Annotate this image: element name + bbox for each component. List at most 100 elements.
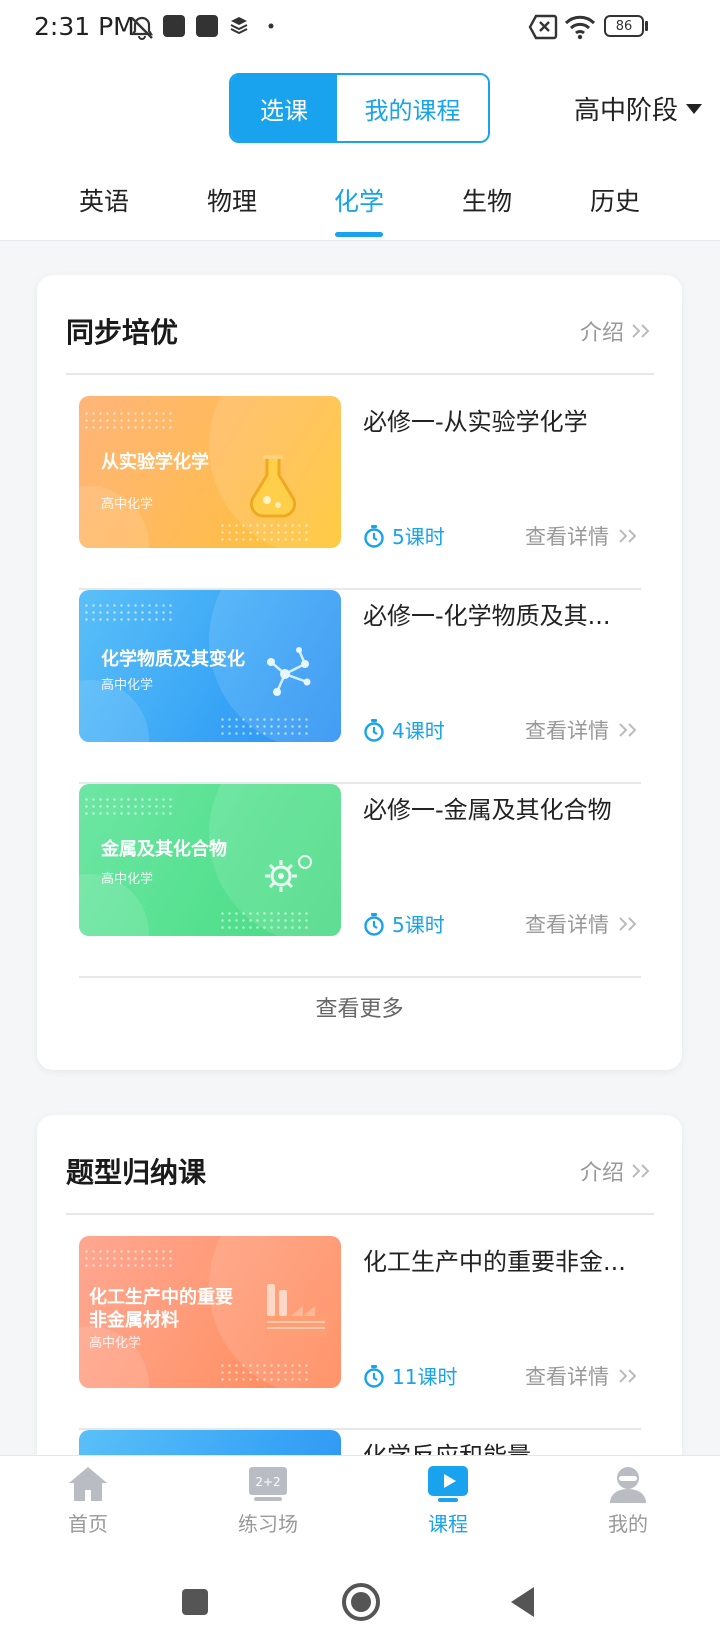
wifi-icon [564, 15, 596, 40]
tab-history[interactable]: 历史 [565, 182, 665, 218]
tab-biology[interactable]: 生物 [437, 182, 537, 218]
thumb-title: 化学物质及其变化 [101, 649, 245, 670]
hours-label: 4课时 [392, 719, 445, 743]
double-chevron-right-icon [632, 324, 650, 338]
nav-practice[interactable]: 2+2 练习场 [208, 1464, 328, 1537]
thumb-title-line2: 非金属材料 [89, 1310, 179, 1331]
status-bar: 2:31 PM 86 [0, 0, 720, 56]
detail-label: 查看详情 [525, 913, 609, 937]
home-icon [69, 1467, 107, 1501]
thumb-subtitle: 高中化学 [89, 1336, 142, 1351]
dot-icon [268, 23, 274, 29]
stopwatch-icon [364, 912, 384, 936]
my-courses-tab[interactable]: 我的课程 [337, 75, 488, 141]
course-name: 化工生产中的重要非金... [363, 1248, 626, 1276]
thumb-title-line1: 化工生产中的重要 [89, 1287, 233, 1308]
course-segment-control: 选课 我的课程 [229, 73, 490, 143]
thumb-title: 金属及其化合物 [101, 839, 227, 860]
course-thumbnail[interactable]: 化工生产中的重要 非金属材料 高中化学 [79, 1236, 341, 1388]
stopwatch-icon [364, 1364, 384, 1388]
course-hours: 4课时 [363, 715, 445, 744]
double-chevron-right-icon [619, 529, 637, 543]
double-chevron-right-icon [632, 1164, 650, 1178]
thumb-subtitle: 高中化学 [101, 678, 154, 693]
muted-bell-icon [130, 16, 154, 40]
double-chevron-right-icon [619, 917, 637, 931]
nav-profile[interactable]: 我的 [568, 1464, 688, 1537]
hours-label: 5课时 [392, 525, 445, 549]
battery-tip [645, 21, 648, 31]
nav-label: 课程 [428, 1512, 468, 1536]
view-detail-link[interactable]: 查看详情 [525, 1361, 641, 1391]
intro-label: 介绍 [579, 321, 624, 346]
tab-english[interactable]: 英语 [54, 182, 154, 218]
nav-label: 首页 [68, 1512, 108, 1536]
nav-home[interactable]: 首页 [28, 1464, 148, 1537]
active-tab-indicator [335, 232, 383, 237]
nav-label: 练习场 [238, 1512, 298, 1536]
hours-label: 11课时 [392, 1365, 458, 1389]
course-play-icon [428, 1466, 468, 1502]
app-square-icon [196, 15, 218, 37]
section-divider [66, 373, 654, 375]
stopwatch-icon [364, 524, 384, 548]
section-divider [66, 1213, 654, 1215]
double-chevron-right-icon [619, 1369, 637, 1383]
course-item[interactable]: 金属及其化合物 高中化学 必修一-金属及其化合物 5课时 查看详情 [79, 784, 641, 978]
course-item[interactable]: 化工生产中的重要 非金属材料 高中化学 化工生产中的重要非金... 11课时 查… [79, 1236, 641, 1430]
course-name: 必修一-化学物质及其... [363, 602, 611, 630]
layers-icon [230, 17, 248, 35]
course-thumbnail[interactable]: 金属及其化合物 高中化学 [79, 784, 341, 936]
stage-dropdown[interactable]: 高中阶段 [574, 90, 702, 127]
detail-label: 查看详情 [525, 719, 609, 743]
back-icon[interactable] [508, 1585, 538, 1619]
course-item[interactable]: 化学物质及其变化 高中化学 必修一-化学物质及其... 4课时 查看详情 [79, 590, 641, 784]
course-hours: 11课时 [363, 1361, 457, 1390]
profile-icon [610, 1467, 646, 1503]
nav-courses[interactable]: 课程 [388, 1464, 508, 1537]
select-course-tab[interactable]: 选课 [231, 75, 337, 141]
status-time: 2:31 PM [34, 12, 135, 41]
thumb-title: 从实验学化学 [101, 452, 209, 473]
course-thumbnail[interactable]: 化学物质及其变化 高中化学 [79, 590, 341, 742]
see-more-button[interactable]: 查看更多 [37, 991, 682, 1023]
section-sync-card: 同步培优 介绍 从实验学化学 高中化学 必修一-从实验学化学 5课时 查看详情 [37, 275, 682, 1070]
dropdown-triangle-icon [686, 103, 702, 114]
row-divider [79, 976, 641, 978]
recent-apps-icon[interactable] [180, 1587, 210, 1617]
system-navigation-bar [0, 1561, 720, 1650]
double-chevron-right-icon [619, 723, 637, 737]
section-intro-link[interactable]: 介绍 [580, 1155, 654, 1187]
view-detail-link[interactable]: 查看详情 [525, 909, 641, 939]
course-hours: 5课时 [363, 521, 445, 550]
stopwatch-icon [364, 718, 384, 742]
thumb-subtitle: 高中化学 [101, 497, 154, 512]
battery-icon: 86 [604, 15, 644, 37]
battery-level: 86 [615, 18, 633, 34]
header: 选课 我的课程 高中阶段 英语 物理 化学 生物 历史 [0, 56, 720, 241]
tab-chemistry[interactable]: 化学 [309, 182, 409, 218]
factory-icon [265, 1284, 327, 1336]
detail-label: 查看详情 [525, 525, 609, 549]
gear-icon [265, 855, 312, 892]
course-hours: 5课时 [363, 909, 445, 938]
thumb-title: 化工生产中的重要 非金属材料 [89, 1286, 233, 1332]
tab-physics[interactable]: 物理 [182, 182, 282, 218]
view-detail-link[interactable]: 查看详情 [525, 521, 641, 551]
nav-label: 我的 [608, 1512, 648, 1536]
course-item[interactable]: 从实验学化学 高中化学 必修一-从实验学化学 5课时 查看详情 [79, 396, 641, 590]
course-name: 必修一-从实验学化学 [363, 408, 588, 436]
practice-board-icon: 2+2 [249, 1467, 287, 1501]
home-button-icon[interactable] [340, 1581, 382, 1623]
sim-x-icon [528, 14, 558, 40]
flask-icon [249, 455, 297, 518]
subject-tabs: 英语 物理 化学 生物 历史 [0, 174, 720, 240]
section-intro-link[interactable]: 介绍 [580, 315, 654, 347]
section-title: 同步培优 [66, 316, 179, 349]
course-name: 必修一-金属及其化合物 [363, 796, 612, 824]
detail-label: 查看详情 [525, 1365, 609, 1389]
stage-label: 高中阶段 [573, 96, 678, 126]
view-detail-link[interactable]: 查看详情 [525, 715, 641, 745]
molecule-icon [267, 647, 311, 696]
course-thumbnail[interactable]: 从实验学化学 高中化学 [79, 396, 341, 548]
